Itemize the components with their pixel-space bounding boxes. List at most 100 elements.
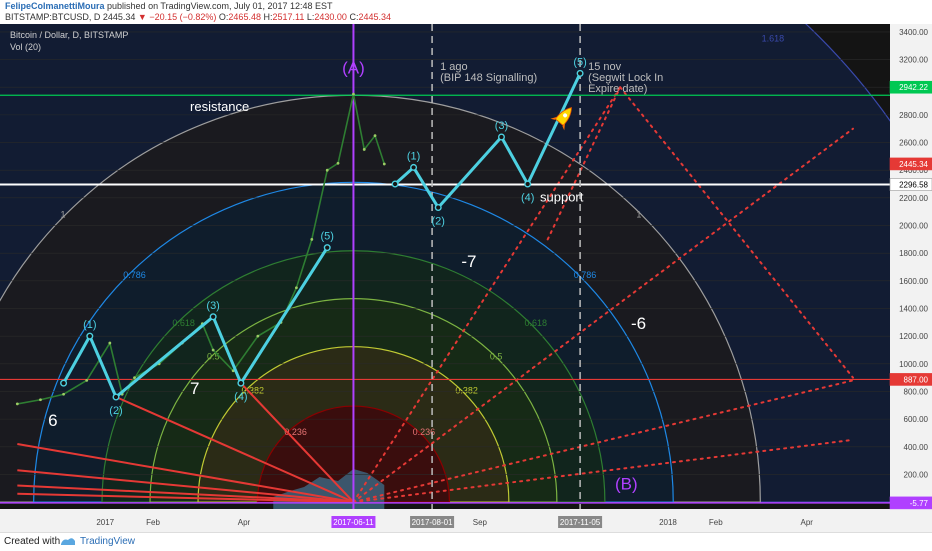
wave-label: (2) (109, 405, 122, 417)
y-tick-label: 400.00 (904, 443, 929, 452)
author-name[interactable]: FelipeColmanettiMoura (5, 1, 105, 11)
low-value: 2430.00 (314, 12, 347, 22)
price-point (310, 237, 314, 241)
price-point (39, 398, 42, 402)
price-point (133, 376, 136, 380)
wave-point (391, 180, 399, 188)
wave-point (112, 393, 120, 401)
price-point (15, 402, 19, 406)
count-label: 6 (48, 411, 57, 430)
fib-arc-label: 0.5 (490, 352, 503, 362)
open-value: 2465.48 (228, 12, 261, 22)
support-label: support (540, 190, 584, 205)
x-tick-label: Apr (801, 518, 814, 527)
fib-arc-label: 1 (61, 209, 66, 219)
y-tick-label: 1600.00 (899, 277, 928, 286)
header-line-2: BITSTAMP:BTCUSD, D 2445.34 ▼ −20.15 (−0.… (5, 12, 391, 22)
wave-label: (1) (83, 319, 96, 331)
x-tick-label: Apr (238, 518, 251, 527)
y-tick-label: 1400.00 (899, 304, 928, 313)
wave-label: (1) (407, 150, 420, 162)
wave-point (576, 69, 584, 77)
fib-arc-label: 1 (636, 209, 641, 219)
wave-letter: (A) (342, 58, 365, 77)
y-tick-label: 3200.00 (899, 56, 928, 65)
price-label: -5.77 (910, 499, 929, 508)
price-point (295, 286, 298, 290)
resistance-label: resistance (190, 99, 249, 114)
price-point (256, 334, 260, 338)
x-highlight-label: 2017-06-11 (333, 518, 374, 527)
price-point (325, 168, 329, 172)
created-with-text: Created with (4, 536, 61, 547)
time-axis (0, 509, 932, 532)
y-tick-label: 2600.00 (899, 139, 928, 148)
price-label: 887.00 (904, 375, 929, 384)
y-tick-label: 3400.00 (899, 28, 928, 37)
x-tick-label: Sep (473, 518, 488, 527)
chart-subtitle: Vol (20) (10, 42, 41, 52)
close-value: 2445.34 (358, 12, 391, 22)
price-point (362, 148, 366, 151)
wave-label: (4) (521, 192, 534, 204)
wave-point (410, 163, 418, 171)
price-point (211, 348, 215, 352)
y-tick-label: 200.00 (904, 470, 929, 479)
x-tick-label: 2017 (96, 518, 114, 527)
wave-point (323, 244, 331, 252)
chart-header: FelipeColmanettiMoura published on Tradi… (0, 0, 932, 24)
fib-arc-label: 0.382 (455, 385, 478, 395)
tradingview-brand[interactable]: TradingView (80, 536, 135, 547)
price-value: 2445.34 (102, 12, 136, 22)
y-tick-label: 2800.00 (899, 111, 928, 120)
fib-arc-label: 0.5 (207, 352, 220, 362)
price-chart[interactable]: 0.236 0.2360.382 0.3820.5 0.50.618 0.6180.78… (0, 24, 932, 532)
bip148-line-note: (BIP 148 Signalling) (440, 72, 537, 84)
wave-letter: (B) (615, 475, 638, 494)
price-point (62, 392, 65, 396)
y-tick-label: 800.00 (904, 387, 929, 396)
wave-point (86, 332, 94, 340)
fib-arc-label: 0.786 (123, 270, 146, 280)
y-tick-label: 1800.00 (899, 249, 928, 258)
y-tick-label: 1000.00 (899, 360, 928, 369)
x-highlight-label: 2017-08-01 (412, 518, 453, 527)
footer: Created with TradingView (0, 532, 932, 551)
wave-label: (5) (321, 231, 334, 243)
price-point (382, 162, 386, 166)
price-point (108, 341, 112, 345)
price-point (336, 161, 340, 165)
wave-point (524, 180, 532, 188)
symbol-label: BITSTAMP:BTCUSD, D (5, 12, 101, 22)
x-tick-label: Feb (146, 518, 160, 527)
price-point (352, 92, 355, 96)
wave-point (434, 204, 442, 212)
wave-label: (5) (573, 56, 586, 68)
y-tick-label: 1200.00 (899, 332, 928, 341)
price-label: 2296.58 (899, 181, 928, 190)
price-label: 2445.34 (899, 160, 928, 169)
price-point (85, 378, 89, 382)
fib-arc-label: 1.618 (762, 33, 785, 43)
fib-arc-label: 0.618 (524, 318, 547, 328)
y-tick-label: 600.00 (904, 415, 929, 424)
tradingview-logo-icon (61, 538, 75, 545)
count-label: -7 (461, 252, 476, 271)
price-axis (890, 24, 932, 509)
count-label: -6 (631, 314, 646, 333)
wave-label: (2) (432, 216, 445, 228)
wave-point (209, 313, 217, 321)
x-tick-label: Feb (709, 518, 723, 527)
wave-point (60, 379, 68, 387)
count-label: 7 (190, 379, 199, 398)
wave-label: (3) (495, 120, 508, 132)
high-value: 2517.11 (272, 12, 305, 22)
plot-layer: 0.236 0.2360.382 0.3820.5 0.50.618 0.6180.78… (0, 24, 890, 509)
price-label: 2942.22 (899, 83, 928, 92)
wave-label: (3) (206, 300, 219, 312)
open-label: O: (218, 12, 229, 22)
fib-arc-label: 0.786 (574, 270, 597, 280)
price-change: ▼ −20.15 (−0.82%) (137, 12, 217, 22)
wave-label: (4) (234, 391, 247, 403)
segwit-line-note: Expire date) (588, 83, 647, 95)
